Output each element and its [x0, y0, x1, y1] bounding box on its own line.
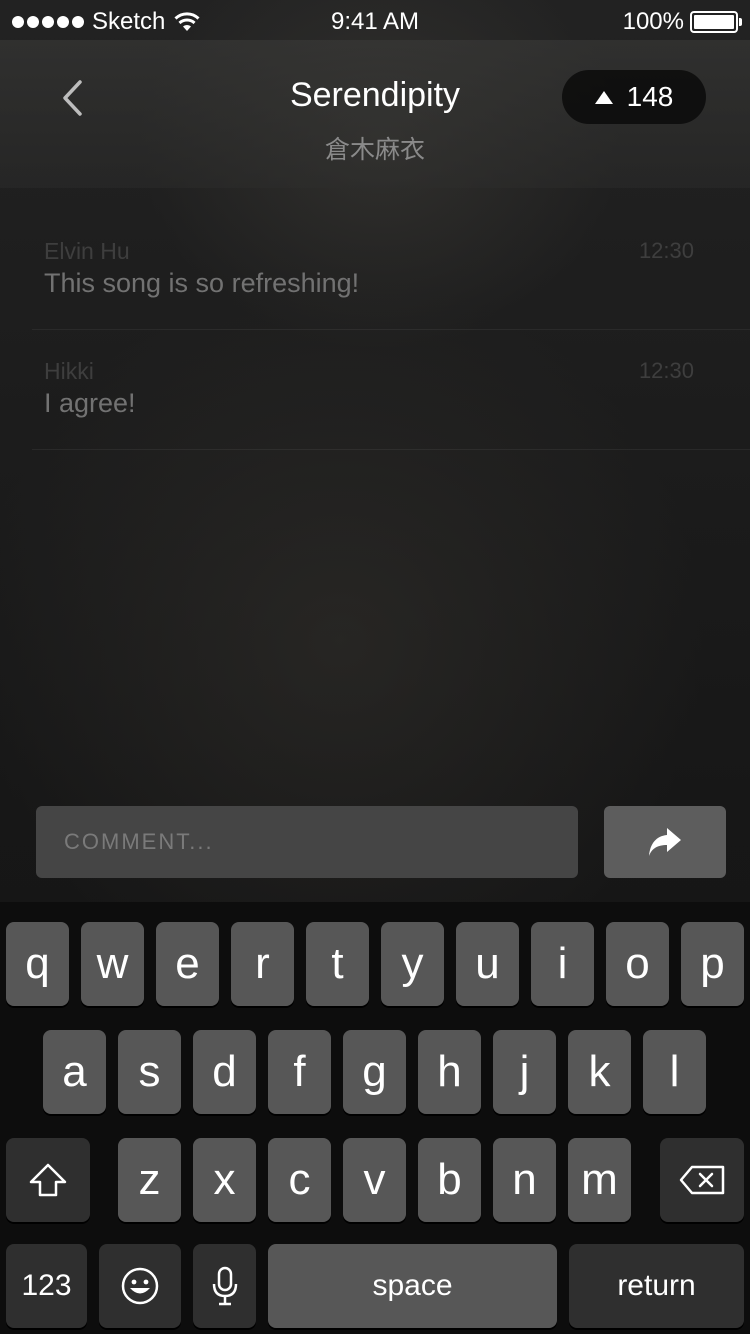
key-p[interactable]: p — [681, 922, 744, 1006]
comment-text: I agree! — [44, 388, 136, 418]
upvote-button[interactable]: 148 — [562, 70, 706, 124]
key-c[interactable]: c — [268, 1138, 331, 1222]
battery-icon — [690, 11, 742, 33]
key-y[interactable]: y — [381, 922, 444, 1006]
song-artist: 倉木麻衣 — [324, 136, 425, 164]
status-right: 100% — [622, 8, 742, 36]
key-f[interactable]: f — [268, 1030, 331, 1114]
microphone-icon — [212, 1266, 237, 1306]
key-o[interactable]: o — [606, 922, 669, 1006]
numbers-key[interactable]: 123 — [6, 1244, 87, 1328]
send-button[interactable] — [604, 806, 726, 878]
key-t[interactable]: t — [306, 922, 369, 1006]
dictation-key[interactable] — [193, 1244, 256, 1328]
key-e[interactable]: e — [156, 922, 219, 1006]
key-v[interactable]: v — [343, 1138, 406, 1222]
triangle-up-icon — [594, 90, 613, 104]
comment-input[interactable] — [36, 806, 578, 878]
key-w[interactable]: w — [81, 922, 144, 1006]
key-s[interactable]: s — [118, 1030, 181, 1114]
emoji-icon — [121, 1267, 159, 1305]
key-q[interactable]: q — [6, 922, 69, 1006]
status-bar: Sketch 9:41 AM 100% — [0, 0, 750, 40]
key-b[interactable]: b — [418, 1138, 481, 1222]
backspace-icon — [679, 1165, 725, 1195]
comment-author: Elvin Hu — [44, 238, 130, 264]
key-k[interactable]: k — [568, 1030, 631, 1114]
share-arrow-icon — [649, 828, 681, 856]
comment-item: Elvin Hu 12:30 This song is so refreshin… — [32, 210, 750, 330]
key-l[interactable]: l — [643, 1030, 706, 1114]
shift-key[interactable] — [6, 1138, 90, 1222]
key-x[interactable]: x — [193, 1138, 256, 1222]
key-d[interactable]: d — [193, 1030, 256, 1114]
battery-percentage: 100% — [622, 8, 684, 35]
comment-time: 12:30 — [638, 358, 694, 383]
keyboard: q w e r t y u i o p a s d f g h j k l z … — [0, 902, 750, 1334]
key-u[interactable]: u — [456, 922, 519, 1006]
key-h[interactable]: h — [418, 1030, 481, 1114]
comment-time: 12:30 — [638, 238, 694, 263]
key-j[interactable]: j — [493, 1030, 556, 1114]
shift-arrow-icon — [29, 1163, 67, 1197]
key-z[interactable]: z — [118, 1138, 181, 1222]
song-header: Serendipity 倉木麻衣 148 — [0, 40, 750, 188]
comment-list: Elvin Hu 12:30 This song is so refreshin… — [32, 210, 750, 450]
comment-text: This song is so refreshing! — [44, 268, 360, 298]
comment-screen: Sketch 9:41 AM 100% Serendipity 倉木麻衣 148 — [0, 0, 750, 1334]
space-key[interactable]: space — [268, 1244, 557, 1328]
comment-author: Hikki — [44, 358, 94, 384]
key-g[interactable]: g — [343, 1030, 406, 1114]
key-m[interactable]: m — [568, 1138, 631, 1222]
key-a[interactable]: a — [43, 1030, 106, 1114]
emoji-key[interactable] — [99, 1244, 181, 1328]
return-key[interactable]: return — [569, 1244, 744, 1328]
key-i[interactable]: i — [531, 922, 594, 1006]
key-n[interactable]: n — [493, 1138, 556, 1222]
upvote-count: 148 — [626, 81, 674, 112]
comment-item: Hikki 12:30 I agree! — [32, 330, 750, 450]
delete-key[interactable] — [660, 1138, 744, 1222]
key-r[interactable]: r — [231, 922, 294, 1006]
